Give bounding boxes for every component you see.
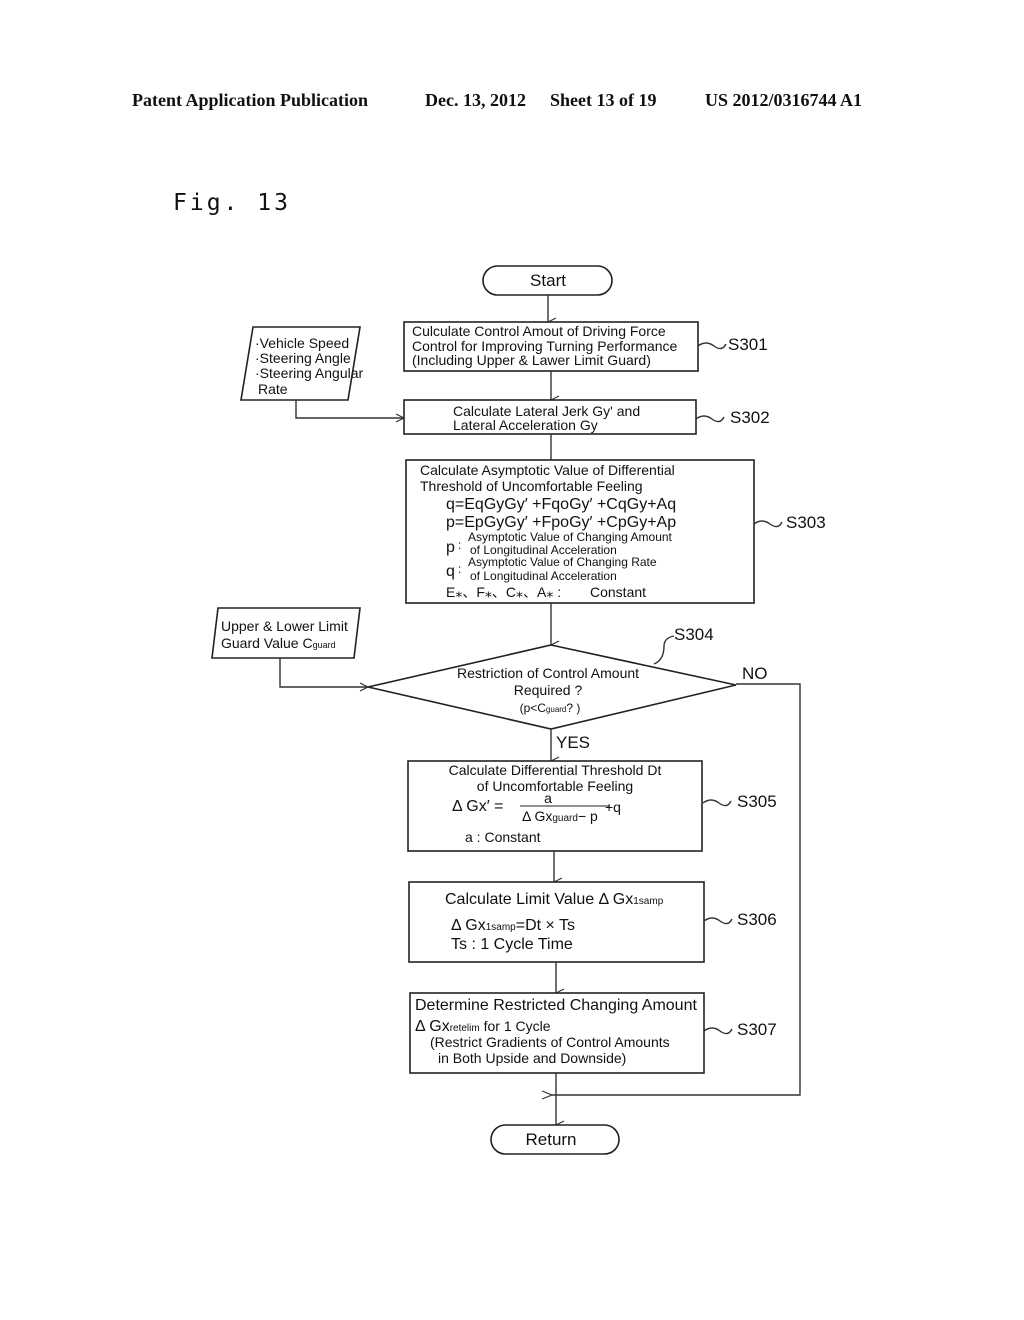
step-id: S307	[737, 1020, 777, 1039]
step-s303: Calculate Asymptotic Value of Differenti…	[405, 459, 826, 604]
no-label: NO	[742, 664, 768, 683]
connector	[279, 658, 368, 687]
input-vehicle-speed: ·Vehicle Speed	[255, 335, 349, 351]
step-text: Threshold of Uncomfortable Feeling	[420, 478, 643, 494]
step-id: S304	[674, 625, 714, 644]
step-text: Calculate Limit Value Δ Gx1samp	[445, 891, 664, 908]
decision-text: Restriction of Control Amount	[457, 665, 639, 681]
return-label: Return	[525, 1130, 576, 1149]
input-steering-angular: ·Steering Angular	[255, 365, 364, 381]
def-text: of Longitudinal Acceleration	[470, 569, 617, 583]
step-text: Determine Restricted Changing Amount	[415, 997, 697, 1014]
connector	[295, 400, 404, 418]
step-s302: Calculate Lateral Jerk Gy' and Lateral A…	[403, 399, 770, 435]
step-text: Calculate Differential Threshold Dt	[449, 762, 662, 778]
decision-s304: Restriction of Control Amount Required ?…	[367, 625, 768, 752]
def-symbol-p: p	[446, 539, 455, 556]
leader-line	[703, 917, 733, 925]
def-text: Asymptotic Value of Changing Rate	[468, 555, 657, 569]
equation-q: q=EqGyGy′ +FqoGy′ +CqGy+Aq	[446, 496, 676, 513]
guard-input-data: Upper & Lower Limit Guard Value Cguard	[211, 607, 361, 659]
step-s305: Calculate Differential Threshold Dt of U…	[407, 760, 777, 852]
equation-p: p=EpGyGy′ +FpoGy′ +CpGy+Ap	[446, 514, 676, 531]
step-note: a : Constant	[465, 829, 541, 845]
equation-left: Δ Gx′ =	[452, 798, 503, 815]
flowchart: Start ·Vehicle Speed ·Steering Angle ·St…	[211, 265, 826, 1155]
return-terminal: Return	[490, 1124, 620, 1155]
step-text: Culculate Control Amout of Driving Force	[412, 323, 666, 339]
step-id: S301	[728, 335, 768, 354]
input-steering-angle: ·Steering Angle	[255, 350, 351, 366]
step-s301: Culculate Control Amout of Driving Force…	[403, 321, 768, 372]
step-id: S303	[786, 513, 826, 532]
def-symbol-q: q	[446, 563, 455, 580]
decision-text: Required ?	[514, 682, 583, 698]
step-s307: Determine Restricted Changing Amount Δ G…	[409, 992, 777, 1074]
step-text: Calculate Asymptotic Value of Differenti…	[420, 462, 675, 478]
leader-line	[703, 1027, 733, 1035]
leader-line	[695, 415, 725, 423]
step-s306: Calculate Limit Value Δ Gx1samp Δ Gx1sam…	[408, 881, 777, 963]
step-id: S302	[730, 408, 770, 427]
vehicle-input-data: ·Vehicle Speed ·Steering Angle ·Steering…	[240, 326, 364, 401]
svg-text::: :	[458, 538, 461, 552]
constants-label: Constant	[590, 584, 646, 600]
input-rate: Rate	[258, 381, 288, 397]
leader-line	[753, 520, 783, 528]
equation-tail: +q	[605, 799, 621, 815]
yes-label: YES	[556, 733, 590, 752]
leader-line	[702, 799, 732, 807]
step-text: of Uncomfortable Feeling	[477, 778, 633, 794]
input-guard: Upper & Lower Limit	[221, 618, 348, 634]
equation-numerator: a	[544, 790, 552, 806]
svg-text::: :	[458, 562, 461, 576]
start-terminal: Start	[482, 265, 613, 296]
def-text: Asymptotic Value of Changing Amount	[468, 530, 673, 544]
leader-line	[653, 635, 675, 665]
step-text: (Restrict Gradients of Control Amounts	[430, 1034, 670, 1050]
constants-symbols: E⁎、F⁎、C⁎、A⁎ :	[446, 584, 561, 600]
step-text: Lateral Acceleration Gy	[453, 417, 598, 433]
step-id: S305	[737, 792, 777, 811]
leader-line	[697, 342, 727, 350]
step-text: in Both Upside and Downside)	[438, 1050, 626, 1066]
step-text: (Including Upper & Lawer Limit Guard)	[412, 352, 651, 368]
step-id: S306	[737, 910, 777, 929]
step-text: Δ Gxretelim for 1 Cycle	[415, 1018, 551, 1035]
start-label: Start	[530, 271, 566, 290]
step-note: Ts : 1 Cycle Time	[451, 936, 573, 953]
